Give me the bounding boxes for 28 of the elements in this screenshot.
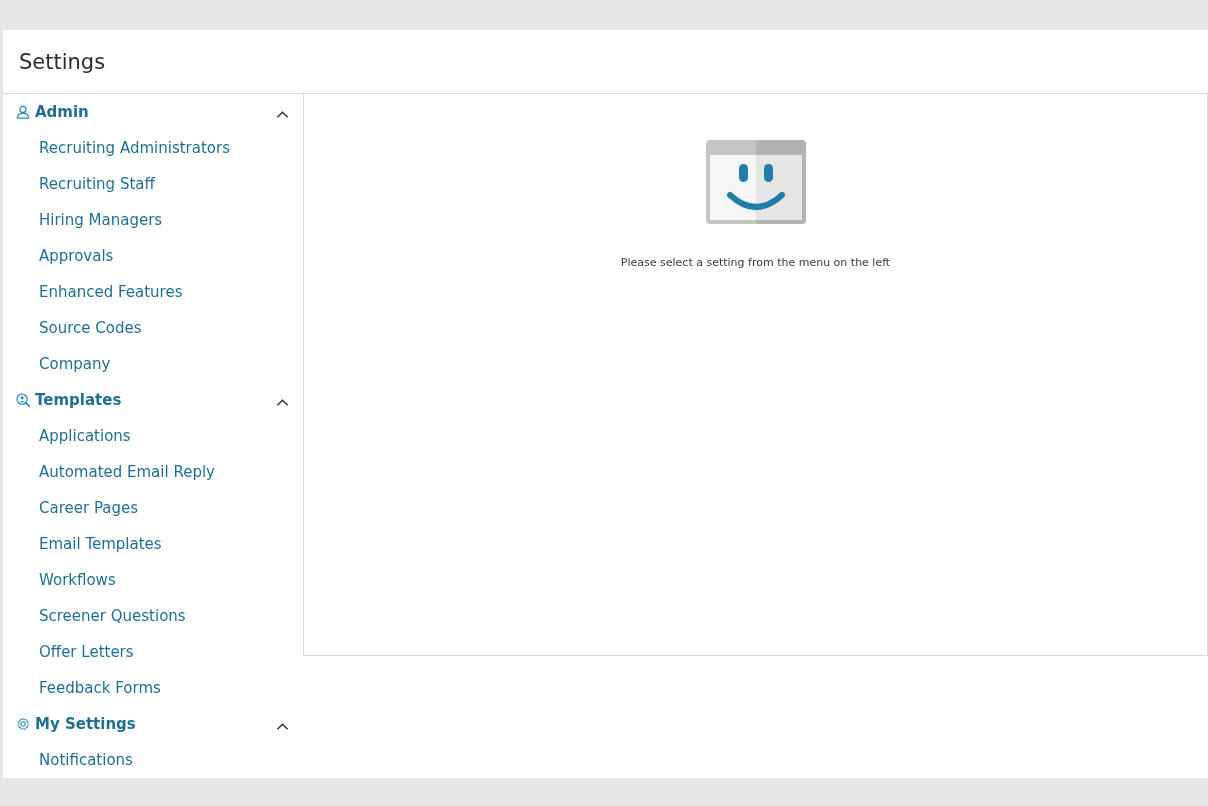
chevron-up-icon[interactable]	[276, 397, 289, 407]
smiling-window-icon	[704, 139, 807, 225]
sidebar-link[interactable]: Applications	[3, 418, 131, 454]
person-icon	[16, 105, 30, 119]
sidebar-link[interactable]: Enhanced Features	[3, 274, 183, 310]
sidebar-link[interactable]: Workflows	[3, 562, 116, 598]
sidebar-link[interactable]: Hiring Managers	[3, 202, 163, 238]
sidebar-link[interactable]: Feedback Forms	[3, 670, 161, 706]
page-title: Settings	[19, 49, 106, 74]
sidebar-link[interactable]: Recruiting Staff	[3, 166, 155, 202]
sidebar-link[interactable]: Approvals	[3, 238, 114, 274]
sidebar-link[interactable]: Screener Questions	[3, 598, 186, 634]
sidebar-link[interactable]: Offer Letters	[3, 634, 134, 670]
sidebar-link[interactable]: Email Templates	[3, 526, 162, 562]
person-search-icon	[16, 393, 30, 407]
sidebar-link[interactable]: Automated Email Reply	[3, 454, 215, 490]
sidebar-link[interactable]: Recruiting Administrators	[3, 130, 230, 166]
sidebar-link[interactable]: Notifications	[3, 742, 133, 778]
chevron-up-icon[interactable]	[276, 721, 289, 731]
sidebar-link[interactable]: Career Pages	[3, 490, 139, 526]
empty-state-message: Please select a setting from the menu on the left	[620, 256, 891, 269]
gear-icon	[16, 717, 30, 731]
sidebar-link[interactable]: Company	[3, 346, 111, 382]
section-heading[interactable]: Admin	[35, 103, 276, 121]
chevron-up-icon[interactable]	[276, 109, 289, 119]
section-heading[interactable]: Templates	[35, 391, 276, 409]
section-heading[interactable]: My Settings	[35, 715, 276, 733]
sidebar-link[interactable]: Source Codes	[3, 310, 142, 346]
